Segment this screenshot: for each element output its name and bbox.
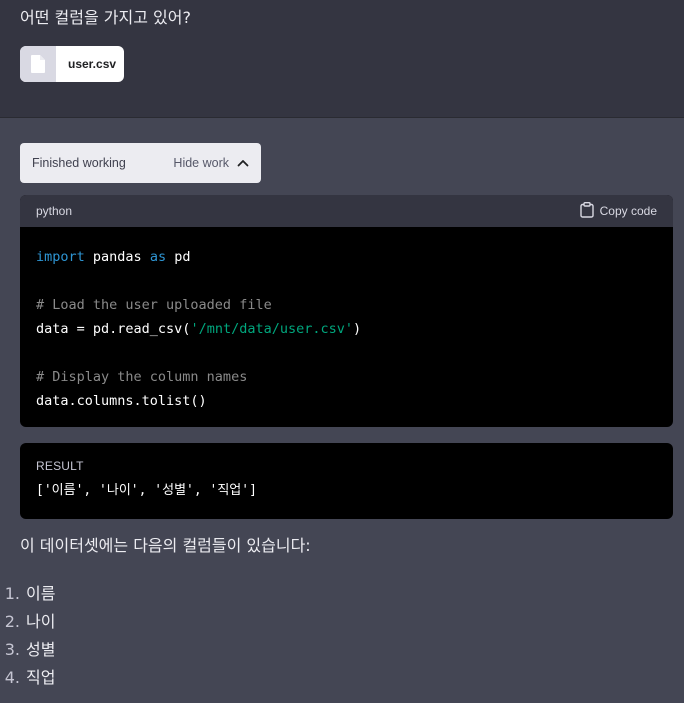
result-value[interactable]: ['이름', '나이', '성별', '직업'] <box>36 479 657 498</box>
code-keyword: import <box>36 249 85 265</box>
column-name: 직업 <box>26 668 56 687</box>
clipboard-icon <box>579 201 594 221</box>
code-text: ) <box>353 321 362 337</box>
user-message: 어떤 컬럼을 가지고 있어? user.csv <box>0 0 684 118</box>
answer-intro: 이 데이터셋에는 다음의 컬럼들이 있습니다: <box>20 536 311 555</box>
code-text: pd <box>166 249 191 265</box>
chevron-up-icon <box>237 156 249 170</box>
code-text: data.columns.tolist() <box>36 393 207 409</box>
code-block: python Copy code import pandas as pd # L… <box>20 195 673 427</box>
code-text: pandas <box>84 249 150 265</box>
work-status-label: Finished working <box>32 156 126 170</box>
code-text: data = pd.read_csv( <box>36 321 191 337</box>
code-comment: # Display the column names <box>36 369 248 385</box>
list-number: 1. <box>4 584 20 603</box>
list-item: 4. 직업 <box>0 664 56 692</box>
file-icon <box>20 46 56 82</box>
file-name: user.csv <box>68 57 117 71</box>
list-number: 4. <box>4 668 20 687</box>
code-keyword: as <box>149 249 167 265</box>
code-language: python <box>36 204 73 218</box>
list-item: 2. 나이 <box>0 608 56 636</box>
work-status-panel[interactable]: Finished working Hide work <box>20 143 261 183</box>
column-name: 나이 <box>26 612 56 631</box>
result-label: RESULT <box>36 459 84 473</box>
copy-code-label: Copy code <box>599 204 657 218</box>
code-header: python Copy code <box>20 195 673 227</box>
result-block: RESULT ['이름', '나이', '성별', '직업'] <box>20 443 673 519</box>
code-comment: # Load the user uploaded file <box>36 297 272 313</box>
list-number: 3. <box>4 640 20 659</box>
list-item: 3. 성별 <box>0 636 56 664</box>
hide-work-label: Hide work <box>173 156 229 170</box>
list-number: 2. <box>4 612 20 631</box>
column-list: 1. 이름 2. 나이 3. 성별 4. 직업 <box>0 580 56 692</box>
user-message-text: 어떤 컬럼을 가지고 있어? <box>20 8 191 27</box>
column-name: 이름 <box>26 584 56 603</box>
assistant-message: Finished working Hide work python Copy c… <box>0 118 684 703</box>
file-attachment[interactable]: user.csv <box>20 46 124 82</box>
copy-code-button[interactable]: Copy code <box>579 201 657 221</box>
list-item: 1. 이름 <box>0 580 56 608</box>
column-name: 성별 <box>26 640 56 659</box>
code-content[interactable]: import pandas as pd # Load the user uplo… <box>20 227 673 427</box>
hide-work-button[interactable]: Hide work <box>173 156 249 170</box>
code-string: '/mnt/data/user.csv' <box>190 321 353 337</box>
